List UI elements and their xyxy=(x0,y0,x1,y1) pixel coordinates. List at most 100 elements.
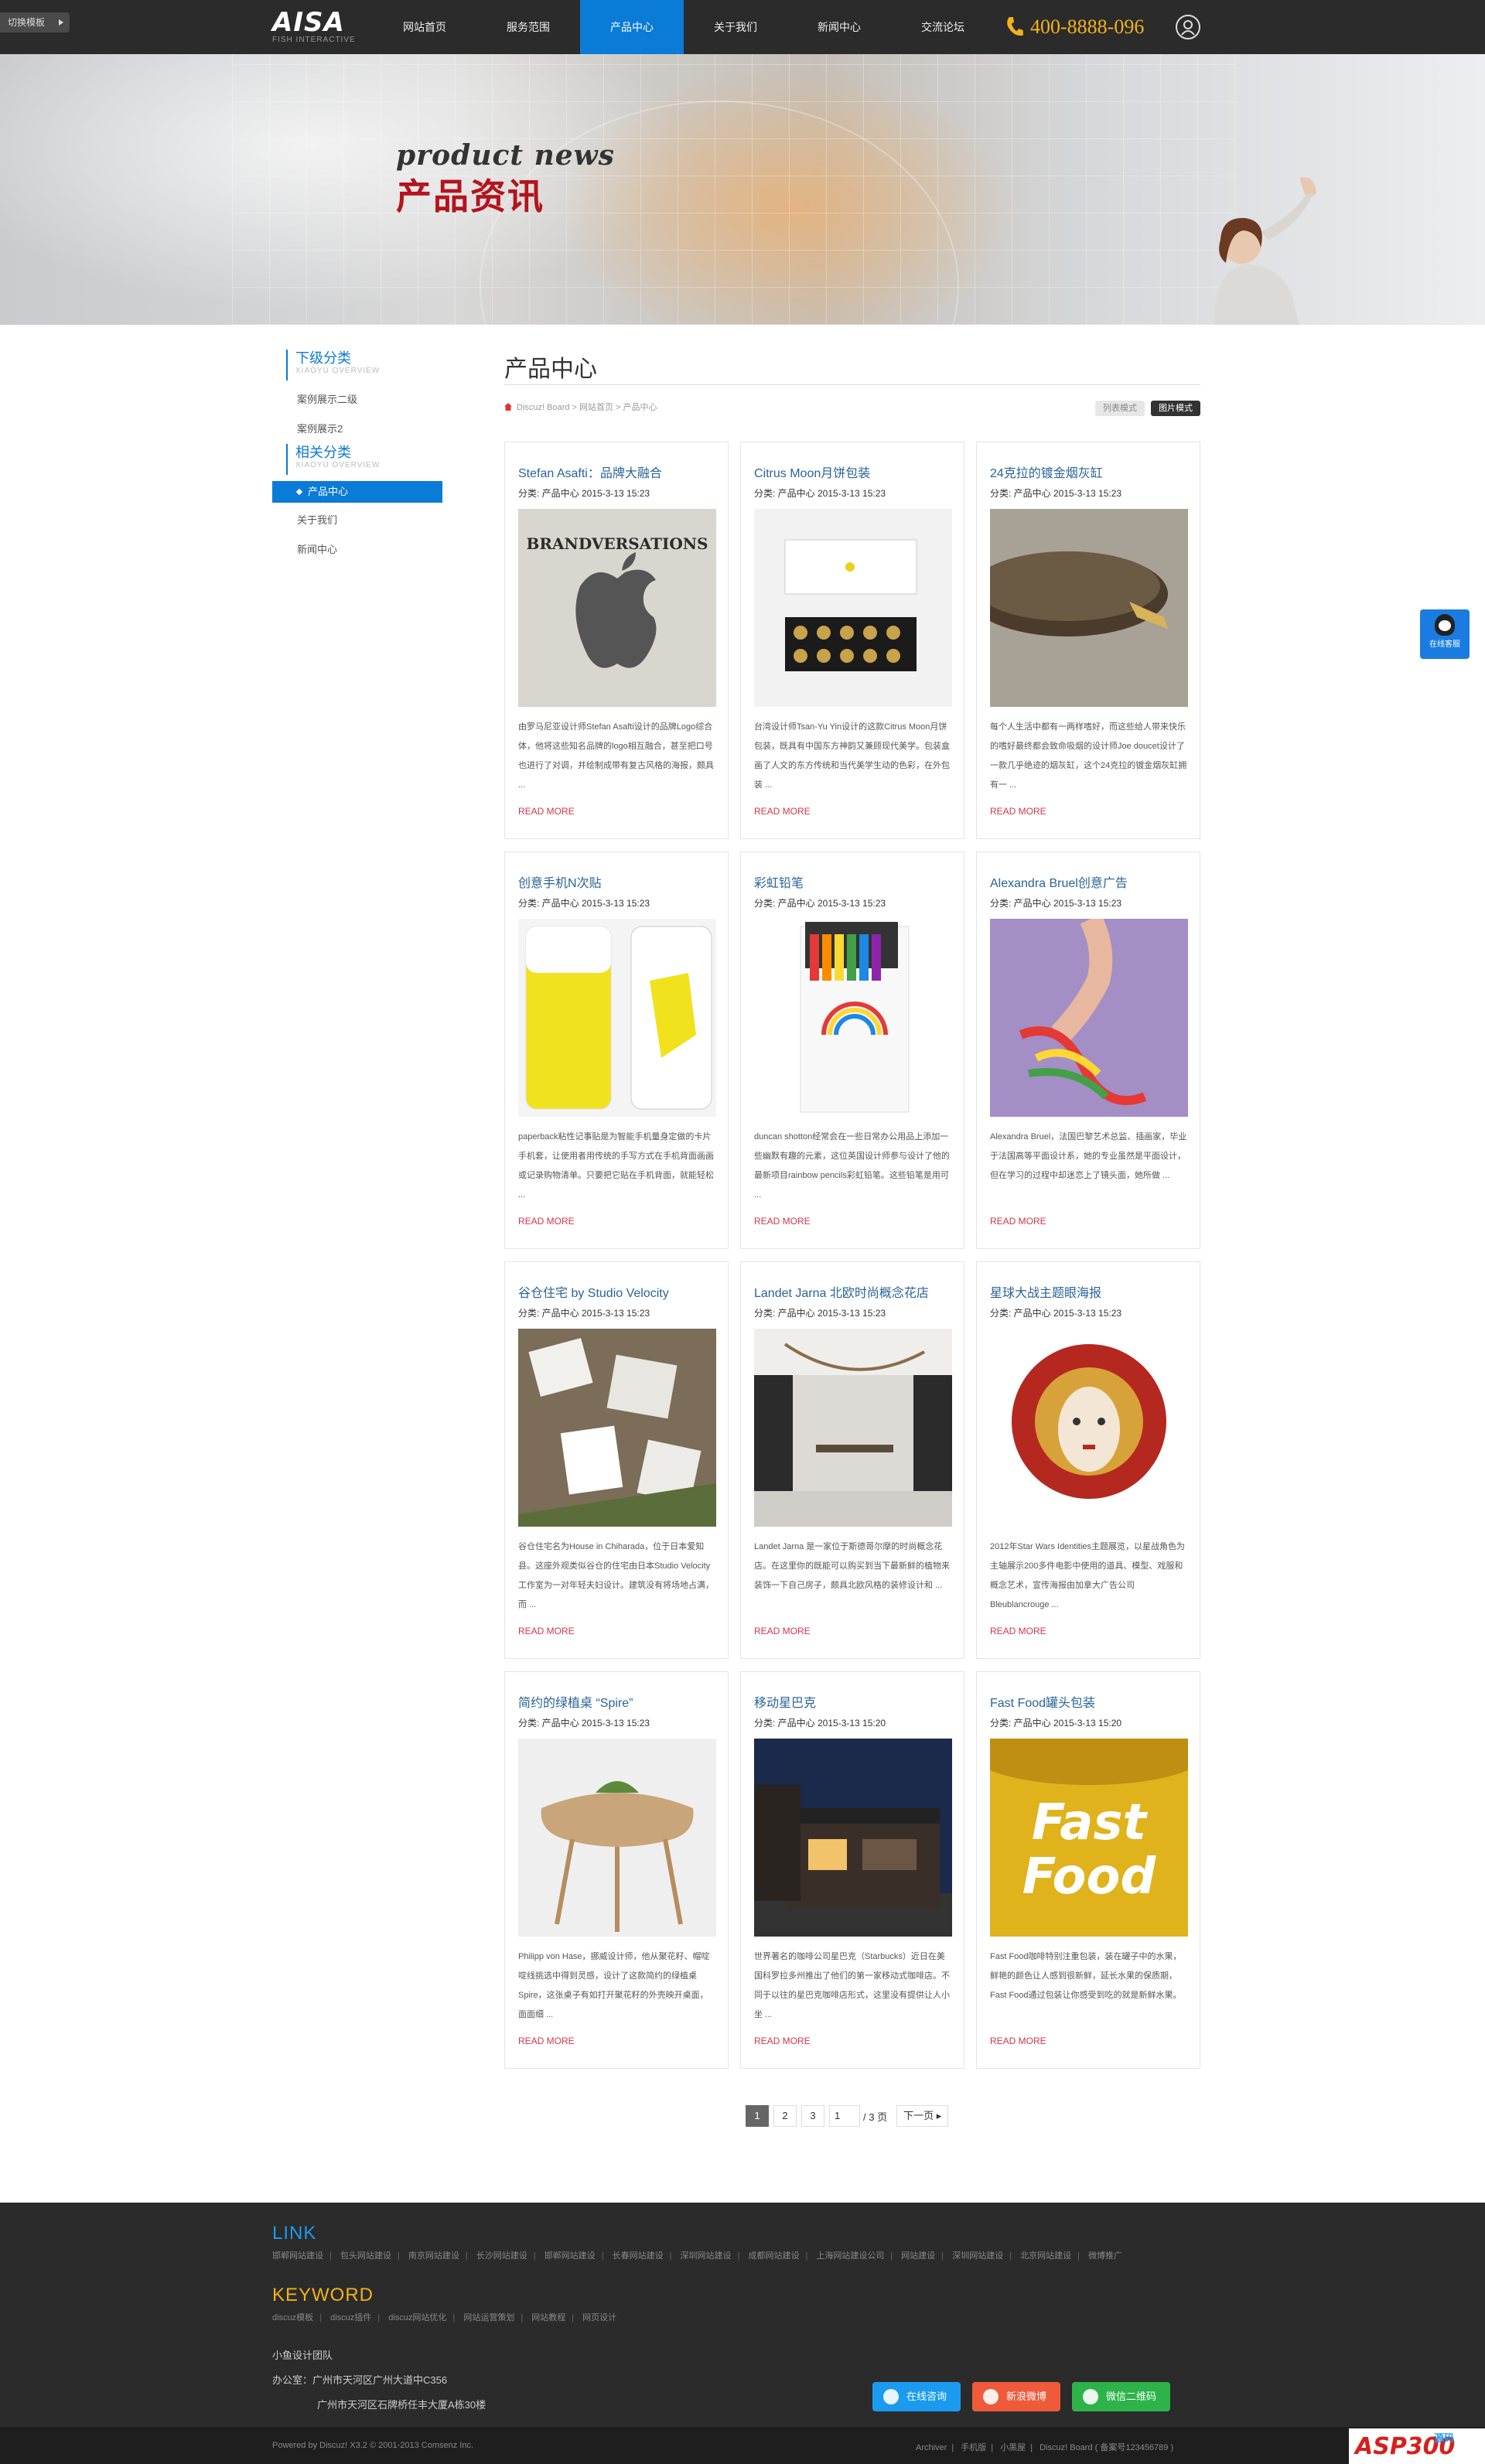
next-page-button[interactable]: 下一页 ▸ xyxy=(896,2105,949,2127)
read-more-link[interactable]: READ MORE xyxy=(990,806,1046,817)
footer-link[interactable]: 成都网站建设 xyxy=(748,2251,799,2261)
card-title[interactable]: Alexandra Bruel创意广告 xyxy=(990,872,1191,891)
breadcrumb-text[interactable]: Discuz! Board > 网站首页 > 产品中心 xyxy=(517,403,657,412)
footer-keyword[interactable]: discuz模板 xyxy=(272,2313,313,2322)
read-more-link[interactable]: READ MORE xyxy=(754,806,811,817)
sidebar-item-case-b[interactable]: 案例展示2 xyxy=(272,415,442,444)
card-title[interactable]: Landet Jarna 北欧时尚概念花店 xyxy=(754,1282,955,1301)
home-icon[interactable] xyxy=(504,403,512,411)
read-more-link[interactable]: READ MORE xyxy=(990,1216,1046,1227)
read-more-link[interactable]: READ MORE xyxy=(518,1216,575,1227)
footer-link[interactable]: 深圳网站建设 xyxy=(952,2251,1003,2261)
list-mode-button[interactable]: 列表模式 xyxy=(1095,401,1145,416)
product-card: 谷仓住宅 by Studio Velocity 分类: 产品中心 2015-3-… xyxy=(504,1261,729,1659)
footer-link[interactable]: 北京网站建设 xyxy=(1020,2251,1071,2261)
sidebar-item-products[interactable]: 产品中心 xyxy=(272,481,442,503)
footer-keyword[interactable]: discuz网站优化 xyxy=(388,2313,446,2322)
online-service-float[interactable]: 在线客服 xyxy=(1420,609,1470,659)
read-more-link[interactable]: READ MORE xyxy=(754,2036,811,2046)
switch-template-button[interactable]: 切换模板 xyxy=(0,12,70,32)
card-image-star-wars-poster[interactable] xyxy=(990,1329,1188,1527)
card-image-barn-house[interactable] xyxy=(518,1329,716,1527)
card-title[interactable]: 创意手机N次贴 xyxy=(518,872,719,891)
footer-link[interactable]: 上海网站建设公司 xyxy=(816,2251,884,2261)
footer-bottom-bar: Powered by Discuz! X3.2 © 2001-2013 Coms… xyxy=(0,2427,1485,2464)
weibo-button[interactable]: 新浪微博 xyxy=(972,2382,1061,2411)
card-description: 由罗马尼亚设计师Stefan Asafti设计的品牌Logo综合体，他将这些知名… xyxy=(518,722,714,790)
nav-forum[interactable]: 交流论坛 xyxy=(891,0,995,54)
svg-text:Food: Food xyxy=(1022,1848,1157,1906)
card-image-fast-food-can[interactable]: FastFood xyxy=(990,1739,1188,1937)
online-consult-button[interactable]: 在线咨询 xyxy=(872,2382,961,2411)
footer-link[interactable]: 邯郸网站建设 xyxy=(544,2251,596,2261)
read-more-link[interactable]: READ MORE xyxy=(518,1626,575,1636)
footer-link[interactable]: 包头网站建设 xyxy=(340,2251,391,2261)
read-more-link[interactable]: READ MORE xyxy=(754,1216,811,1227)
card-image-phone-sticky-notes[interactable] xyxy=(518,919,716,1117)
page-1[interactable]: 1 xyxy=(746,2105,769,2127)
card-image-apple-poster[interactable]: BRANDVERSATIONS xyxy=(518,509,716,707)
footer-link[interactable]: 深圳网站建设 xyxy=(681,2251,732,2261)
card-title[interactable]: Citrus Moon月饼包装 xyxy=(754,462,955,481)
site-logo[interactable]: AISA FISH INTERACTIVE xyxy=(272,9,357,46)
footer-contact: 小鱼设计团队 办公室：广州市天河区广州大道中C356 广州市天河区石牌桥任丰大厦… xyxy=(272,2343,486,2418)
sidebar-item-news[interactable]: 新闻中心 xyxy=(272,535,442,565)
nav-about[interactable]: 关于我们 xyxy=(684,0,787,54)
footer-link[interactable]: 微博推广 xyxy=(1088,2251,1122,2261)
card-image-flower-shop[interactable] xyxy=(754,1329,952,1527)
board-icp-link[interactable]: Discuz! Board ( 备案号123456789 ) xyxy=(1040,2443,1173,2452)
card-image-mooncake-box[interactable] xyxy=(754,509,952,707)
nav-news[interactable]: 新闻中心 xyxy=(787,0,891,54)
blackroom-link[interactable]: 小黑屋 xyxy=(1000,2443,1026,2452)
card-description: 台湾设计师Tsan-Yu Yin设计的这款Citrus Moon月饼包装，既具有… xyxy=(754,722,950,790)
archiver-link[interactable]: Archiver xyxy=(916,2443,947,2452)
footer-keyword[interactable]: discuz插件 xyxy=(330,2313,371,2322)
read-more-link[interactable]: READ MORE xyxy=(518,2036,575,2046)
user-icon[interactable] xyxy=(1176,15,1200,39)
card-image-rainbow-pencils[interactable] xyxy=(754,919,952,1117)
nav-home[interactable]: 网站首页 xyxy=(373,0,476,54)
card-image-bruel-hand[interactable] xyxy=(990,919,1188,1117)
page-2[interactable]: 2 xyxy=(773,2105,797,2127)
sidebar-item-case-2[interactable]: 案例展示二级 xyxy=(272,385,442,415)
footer-keyword[interactable]: 网页设计 xyxy=(582,2313,616,2322)
footer-link[interactable]: 邯郸网站建设 xyxy=(272,2251,323,2261)
read-more-link[interactable]: READ MORE xyxy=(990,1626,1046,1636)
card-title[interactable]: 彩虹铅笔 xyxy=(754,872,955,891)
card-image-mobile-starbucks[interactable] xyxy=(754,1739,952,1937)
product-card: 24克拉的镀金烟灰缸 分类: 产品中心 2015-3-13 15:23 每个人生… xyxy=(976,442,1200,839)
page-total: / 3 页 xyxy=(863,2111,888,2123)
footer-keyword[interactable]: 网站运营策划 xyxy=(463,2313,514,2322)
card-title[interactable]: 移动星巴克 xyxy=(754,1692,955,1711)
mobile-link[interactable]: 手机版 xyxy=(961,2443,986,2452)
footer-link[interactable]: 长春网站建设 xyxy=(613,2251,664,2261)
page-3[interactable]: 3 xyxy=(801,2105,824,2127)
picture-mode-button[interactable]: 图片模式 xyxy=(1151,401,1200,416)
sidebar-sub-header: 下级分类 XIAOYU OVERVIEW xyxy=(286,350,442,381)
nav-services[interactable]: 服务范围 xyxy=(476,0,580,54)
weibo-label: 新浪微博 xyxy=(1006,2391,1047,2402)
footer-link[interactable]: 网站建设 xyxy=(901,2251,935,2261)
card-title[interactable]: Fast Food罐头包装 xyxy=(990,1692,1191,1711)
card-title[interactable]: 谷仓住宅 by Studio Velocity xyxy=(518,1282,719,1301)
main-nav: 网站首页 服务范围 产品中心 关于我们 新闻中心 交流论坛 xyxy=(373,0,995,54)
wechat-qr-button[interactable]: 微信二维码 xyxy=(1072,2382,1171,2411)
footer-link[interactable]: 南京网站建设 xyxy=(408,2251,459,2261)
page-jump-input[interactable]: 1 xyxy=(829,2105,860,2127)
read-more-link[interactable]: READ MORE xyxy=(990,2036,1046,2046)
separator: | xyxy=(890,2251,893,2261)
card-title[interactable]: 24克拉的镀金烟灰缸 xyxy=(990,462,1191,481)
nav-products[interactable]: 产品中心 xyxy=(580,0,684,54)
card-image-spire-table[interactable] xyxy=(518,1739,716,1937)
card-image-ashtray[interactable] xyxy=(990,509,1188,707)
card-title[interactable]: 星球大战主题眼海报 xyxy=(990,1282,1191,1301)
sidebar-item-about[interactable]: 关于我们 xyxy=(272,506,442,535)
card-title[interactable]: 简约的绿植桌 “Spire” xyxy=(518,1692,719,1711)
card-description: 2012年Star Wars Identities主题展览，以星战角色为主轴展示… xyxy=(990,1542,1186,1609)
separator: | xyxy=(397,2251,400,2261)
footer-link[interactable]: 长沙网站建设 xyxy=(476,2251,527,2261)
card-title[interactable]: Stefan Asafti：品牌大融合 xyxy=(518,462,719,481)
read-more-link[interactable]: READ MORE xyxy=(518,806,575,817)
footer-keyword[interactable]: 网站教程 xyxy=(531,2313,565,2322)
read-more-link[interactable]: READ MORE xyxy=(754,1626,811,1636)
